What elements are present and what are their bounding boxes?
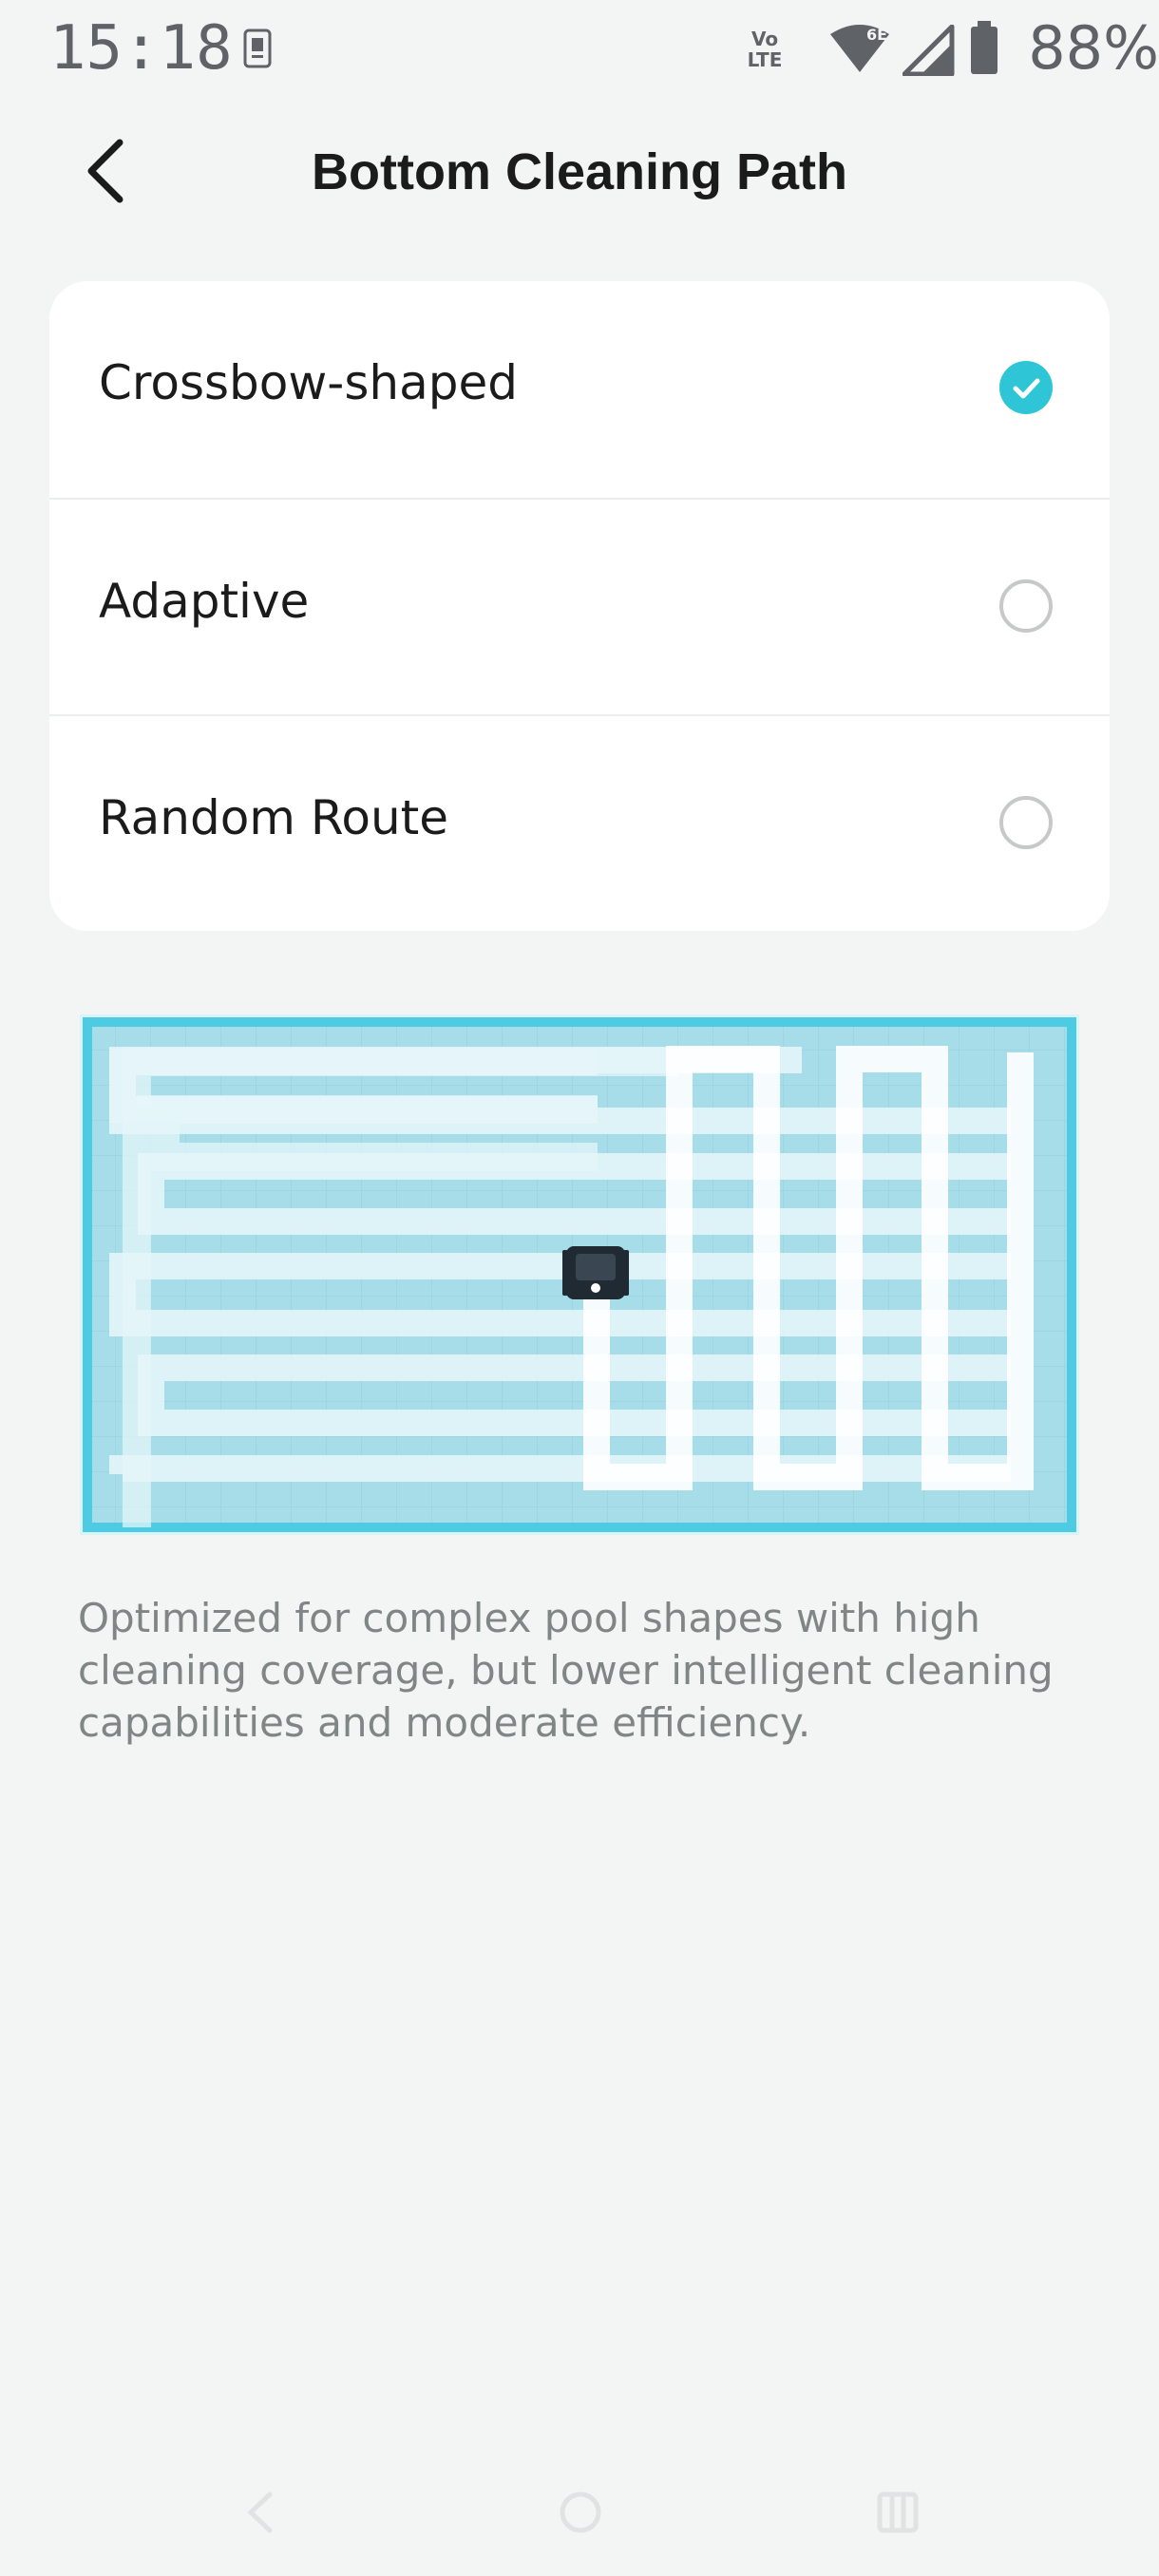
system-nav-bar — [0, 2470, 1159, 2576]
nav-home-icon[interactable] — [557, 2489, 604, 2536]
battery-icon — [971, 21, 998, 74]
volte-icon: Vo LTE — [747, 28, 783, 71]
option-random-route[interactable]: Random Route — [49, 714, 1110, 931]
option-label: Crossbow-shaped — [99, 355, 518, 410]
option-adaptive[interactable]: Adaptive — [49, 498, 1110, 716]
option-label: Random Route — [99, 790, 449, 845]
option-label: Adaptive — [99, 574, 310, 629]
wifi-badge: 6E — [866, 26, 887, 44]
nav-back-icon[interactable] — [239, 2489, 281, 2536]
page-title: Bottom Cleaning Path — [312, 143, 847, 200]
cleaning-path-options: Crossbow-shaped Adaptive Random Route — [49, 281, 1110, 931]
wifi-icon: 6E — [830, 25, 889, 72]
radio-unchecked-icon[interactable] — [999, 579, 1053, 633]
radio-unchecked-icon[interactable] — [999, 796, 1053, 849]
status-bar: 15:18 Vo LTE 6E 88% — [0, 0, 1159, 95]
path-description: Optimized for complex pool shapes with h… — [78, 1595, 1054, 1746]
robot-cleaner-icon — [562, 1246, 629, 1299]
status-time: 15:18 — [49, 13, 233, 84]
cleaning-path-diagram — [80, 1014, 1079, 1535]
sim-card-icon — [243, 28, 272, 68]
header: Bottom Cleaning Path — [0, 114, 1159, 228]
nav-recents-icon[interactable] — [874, 2489, 922, 2536]
option-crossbow-shaped[interactable]: Crossbow-shaped — [49, 281, 1110, 498]
battery-percent: 88% — [1028, 13, 1159, 83]
signal-icon — [902, 25, 955, 76]
radio-checked-icon[interactable] — [999, 361, 1053, 414]
